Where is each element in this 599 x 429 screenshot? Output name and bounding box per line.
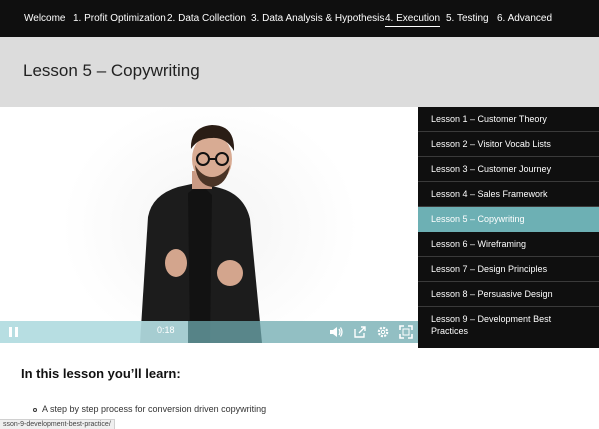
lesson-item-9[interactable]: Lesson 9 – Development Best Practices (418, 307, 599, 345)
learn-bullet-list: A step by step process for conversion dr… (33, 404, 266, 414)
nav-item-label: 6. Advanced (497, 13, 553, 24)
nav-item-profit-optimization[interactable]: 1. Profit Optimization (73, 0, 166, 37)
nav-item-label: 3. Data Analysis & Hypothesis (251, 13, 385, 24)
nav-item-label: 1. Profit Optimization (73, 13, 166, 24)
learn-heading: In this lesson you’ll learn: (21, 366, 181, 381)
lesson-list: Lesson 1 – Customer Theory Lesson 2 – Vi… (418, 107, 599, 348)
volume-icon[interactable] (328, 324, 344, 340)
pause-icon[interactable] (8, 326, 20, 338)
nav-item-advanced[interactable]: 6. Advanced (497, 0, 552, 37)
lesson-item-5[interactable]: Lesson 5 – Copywriting (418, 207, 599, 232)
video-player[interactable]: 0:18 (0, 107, 418, 343)
video-controls: 0:18 (0, 321, 418, 343)
nav-item-label: Welcome (24, 13, 66, 24)
top-navigation: Welcome 1. Profit Optimization 2. Data C… (0, 0, 599, 37)
lesson-item-2[interactable]: Lesson 2 – Visitor Vocab Lists (418, 132, 599, 157)
lesson-item-6[interactable]: Lesson 6 – Wireframing (418, 232, 599, 257)
bullet-icon (33, 407, 37, 412)
nav-item-welcome[interactable]: Welcome (24, 0, 66, 37)
nav-item-label: 4. Execution (385, 13, 441, 27)
status-url-preview: sson-9-development-best-practice/ (0, 419, 115, 429)
nav-item-label: 2. Data Collection (167, 13, 246, 24)
settings-icon[interactable] (375, 324, 391, 340)
lesson-item-1[interactable]: Lesson 1 – Customer Theory (418, 107, 599, 132)
lesson-item-4[interactable]: Lesson 4 – Sales Framework (418, 182, 599, 207)
bullet-text: A step by step process for conversion dr… (42, 404, 267, 414)
page-header: Lesson 5 – Copywriting (0, 37, 599, 107)
lesson-item-7[interactable]: Lesson 7 – Design Principles (418, 257, 599, 282)
nav-item-execution[interactable]: 4. Execution (385, 0, 441, 37)
nav-item-data-collection[interactable]: 2. Data Collection (167, 0, 246, 37)
video-time: 0:18 (157, 325, 175, 335)
nav-item-testing[interactable]: 5. Testing (446, 0, 489, 37)
fullscreen-icon[interactable] (398, 324, 414, 340)
lesson-item-8[interactable]: Lesson 8 – Persuasive Design (418, 282, 599, 307)
list-item: A step by step process for conversion dr… (33, 404, 266, 414)
lesson-item-3[interactable]: Lesson 3 – Customer Journey (418, 157, 599, 182)
page-title: Lesson 5 – Copywriting (23, 61, 200, 80)
share-icon[interactable] (352, 324, 368, 340)
nav-item-label: 5. Testing (446, 13, 489, 24)
presenter-image (140, 125, 262, 343)
nav-item-data-analysis[interactable]: 3. Data Analysis & Hypothesis (251, 0, 384, 37)
